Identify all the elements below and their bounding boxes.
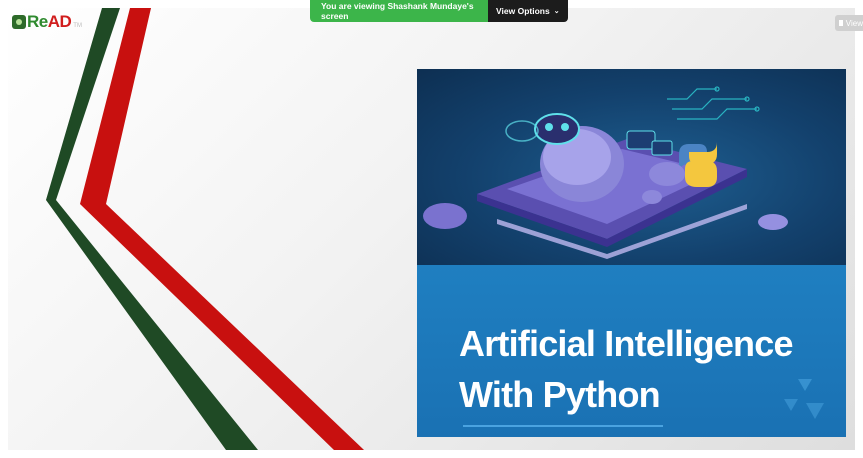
view-button-label: View	[845, 18, 863, 28]
chevron-down-icon: ⌄	[553, 8, 560, 15]
presentation-slide: Artificial Intelligence With Python ReAD…	[8, 8, 855, 450]
view-options-label: View Options	[496, 6, 550, 16]
triangle-decoration	[784, 379, 824, 419]
screen-share-window: Artificial Intelligence With Python ReAD…	[0, 0, 863, 458]
title-underline	[463, 425, 663, 427]
logo-trademark: TM	[73, 23, 82, 29]
gallery-view-icon	[839, 20, 843, 26]
robot-illustration	[417, 69, 846, 265]
slide-title-line1: Artificial Intelligence	[459, 323, 794, 364]
screen-share-banner: You are viewing Shashank Mundaye's scree…	[310, 0, 568, 22]
read-logo: ReAD TM	[12, 11, 82, 33]
view-button[interactable]: View	[835, 15, 863, 31]
logo-wordmark: ReAD	[27, 12, 72, 31]
share-status-label: You are viewing Shashank Mundaye's scree…	[310, 0, 488, 22]
ai-course-banner-image: Artificial Intelligence With Python	[417, 69, 846, 437]
slide-title-line2: With Python	[459, 374, 661, 415]
logo-icon	[12, 15, 26, 29]
view-options-button[interactable]: View Options ⌄	[488, 0, 568, 22]
